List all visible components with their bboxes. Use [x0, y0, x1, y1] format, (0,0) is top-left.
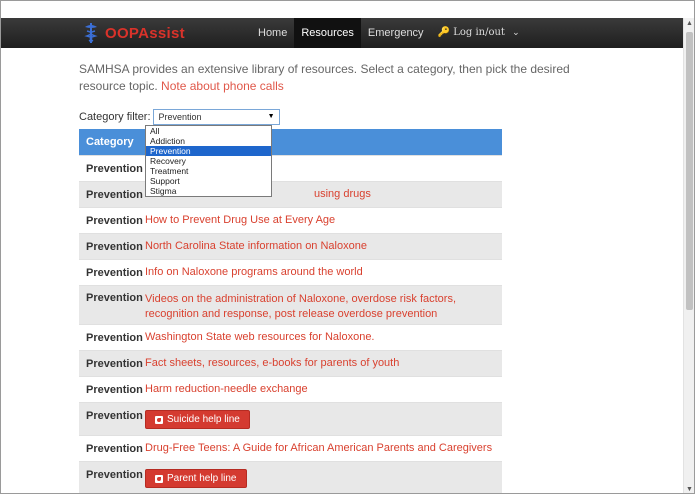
scroll-thumb[interactable]: [686, 32, 693, 310]
intro-text: SAMHSA provides an extensive library of …: [79, 62, 570, 93]
category-filter: Category filter: Prevention ▼: [79, 109, 280, 125]
row-resource-link[interactable]: Washington State web resources for Nalox…: [145, 330, 502, 345]
dropdown-option[interactable]: All: [146, 126, 271, 136]
row-resource-link[interactable]: North Carolina State information on Nalo…: [145, 239, 502, 254]
suicide-help-line-button[interactable]: Suicide help line: [145, 410, 250, 429]
dropdown-option-selected[interactable]: Prevention: [146, 146, 271, 156]
parent-help-line-button[interactable]: Parent help line: [145, 469, 247, 488]
phone-calls-note-link[interactable]: Note about phone calls: [161, 79, 284, 93]
nav-emergency[interactable]: Emergency: [361, 18, 431, 48]
row-category: Prevention: [86, 292, 143, 304]
chevron-down-icon: ⌄: [512, 28, 520, 38]
table-row: Prevention North Carolina State informat…: [79, 233, 502, 259]
phone-icon: [155, 415, 163, 424]
row-resource-link[interactable]: Harm reduction-needle exchange: [145, 382, 502, 397]
row-category: Prevention: [86, 188, 143, 201]
category-dropdown-list: All Addiction Prevention Recovery Treatm…: [145, 125, 272, 197]
row-category: Prevention: [86, 162, 143, 175]
key-icon: 🔑: [437, 27, 451, 38]
row-resource-link[interactable]: Videos on the administration of Naloxone…: [145, 292, 502, 322]
row-category: Prevention: [86, 442, 143, 455]
dropdown-option[interactable]: Treatment: [146, 166, 271, 176]
row-resource-cell: Suicide help line: [145, 410, 502, 429]
nav-login-label: Log in/out: [453, 27, 505, 38]
row-resource-link[interactable]: Fact sheets, resources, e-books for pare…: [145, 356, 502, 371]
table-row: Prevention using drugs: [79, 181, 502, 207]
row-resource-link[interactable]: How to Prevent Drug Use at Every Age: [145, 213, 502, 228]
row-resource-cell: Parent help line: [145, 469, 502, 488]
nav-resources[interactable]: Resources: [294, 18, 361, 48]
table-row: Prevention: [79, 155, 502, 181]
intro-paragraph: SAMHSA provides an extensive library of …: [79, 61, 609, 95]
browser-window: OOPAssist Home Resources Emergency 🔑 Log…: [0, 0, 695, 494]
row-category: Prevention: [86, 214, 143, 227]
category-select-value: Prevention: [158, 112, 202, 122]
table-row: Prevention Drug-Free Teens: A Guide for …: [79, 435, 502, 461]
table-row: Prevention Videos on the administration …: [79, 285, 502, 324]
dropdown-arrow-icon: ▼: [267, 113, 275, 120]
dropdown-option[interactable]: Addiction: [146, 136, 271, 146]
scroll-down-arrow-icon[interactable]: ▼: [684, 484, 694, 493]
brand[interactable]: OOPAssist: [81, 22, 185, 44]
nav-links: Home Resources Emergency 🔑 Log in/out ⌄: [251, 18, 527, 48]
table-row: Prevention Fact sheets, resources, e-boo…: [79, 350, 502, 376]
row-category: Prevention: [86, 331, 143, 344]
parent-help-line-label: Parent help line: [167, 473, 237, 484]
vertical-scrollbar[interactable]: ▲ ▼: [683, 18, 694, 493]
nav-home[interactable]: Home: [251, 18, 294, 48]
table-row: Prevention Washington State web resource…: [79, 324, 502, 350]
row-category: Prevention: [86, 266, 143, 279]
table-row: Prevention Info on Naloxone programs aro…: [79, 259, 502, 285]
category-select[interactable]: Prevention ▼: [152, 109, 280, 125]
row-category: Prevention: [86, 383, 143, 396]
table-row: Prevention How to Prevent Drug Use at Ev…: [79, 207, 502, 233]
resources-table: Category Prevention Prevention using dru…: [79, 129, 502, 493]
row-category: Prevention: [86, 469, 143, 481]
brand-name: OOPAssist: [105, 24, 185, 42]
scroll-up-arrow-icon[interactable]: ▲: [684, 18, 694, 29]
table-row: Prevention Harm reduction-needle exchang…: [79, 376, 502, 402]
category-filter-label: Category filter:: [79, 111, 151, 123]
table-row: Prevention Suicide help line: [79, 402, 502, 435]
caduceus-logo-icon: [84, 23, 98, 43]
dropdown-option[interactable]: Support: [146, 176, 271, 186]
dropdown-option[interactable]: Recovery: [146, 156, 271, 166]
dropdown-option[interactable]: Stigma: [146, 186, 271, 196]
navbar: OOPAssist Home Resources Emergency 🔑 Log…: [1, 18, 684, 48]
phone-icon: [155, 474, 163, 483]
intro-section: SAMHSA provides an extensive library of …: [79, 61, 609, 95]
row-category: Prevention: [86, 240, 143, 253]
row-category: Prevention: [86, 357, 143, 370]
nav-login[interactable]: 🔑 Log in/out ⌄: [431, 18, 527, 48]
table-header-category: Category: [79, 129, 502, 155]
row-resource-link[interactable]: Info on Naloxone programs around the wor…: [145, 265, 502, 280]
row-category: Prevention: [86, 410, 143, 422]
row-resource-link[interactable]: Drug-Free Teens: A Guide for African Ame…: [145, 441, 502, 456]
table-row: Prevention Parent help line: [79, 461, 502, 493]
suicide-help-line-label: Suicide help line: [167, 414, 240, 425]
